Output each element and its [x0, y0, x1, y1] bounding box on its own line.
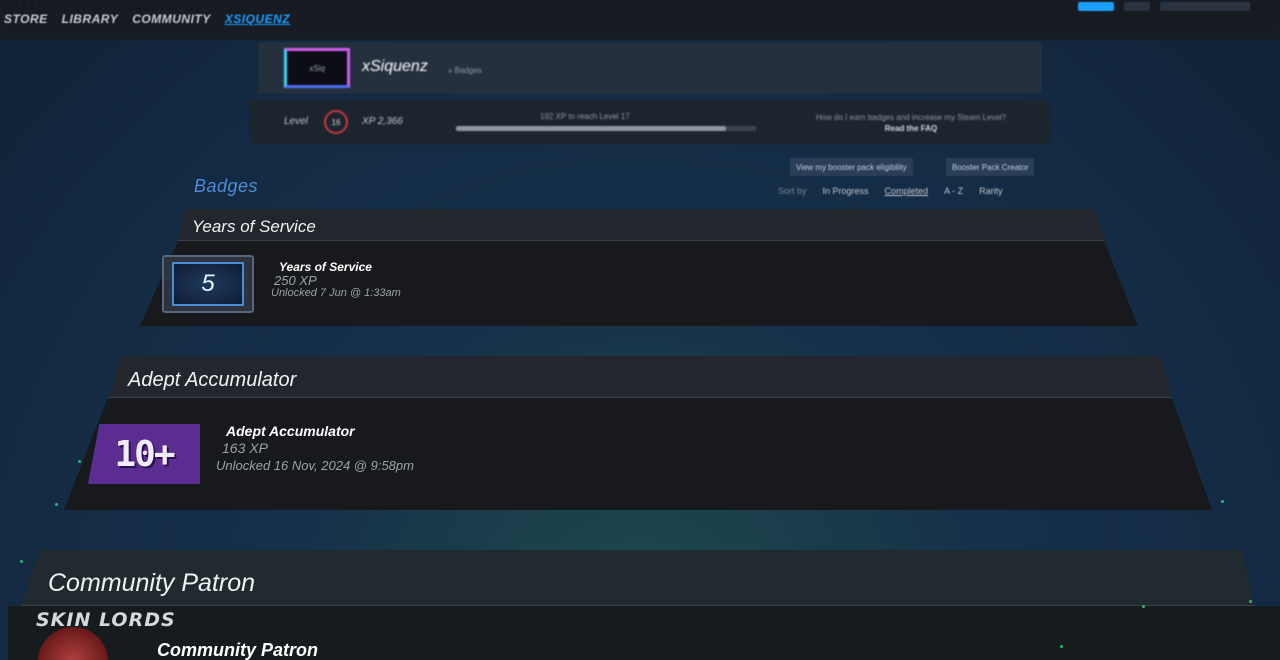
badge-unlocked-date: Unlocked 16 Nov, 2024 @ 9:58pm	[216, 458, 414, 473]
badge-card-title: Community Patron	[48, 569, 256, 597]
level-label: Level	[284, 116, 308, 127]
badge-card[interactable]: Community Patron Community Patron	[8, 550, 1280, 660]
years-of-service-number: 5	[172, 262, 244, 306]
badge-card-title: Adept Accumulator	[128, 369, 297, 391]
booster-creator-button[interactable]: Booster Pack Creator	[946, 158, 1035, 176]
level-bar: Level 16 XP 2,366 192 XP to reach Level …	[250, 100, 1050, 144]
sort-a-z[interactable]: A - Z	[944, 186, 963, 196]
particle-dot	[1221, 500, 1224, 503]
top-mini-links: · · · · · · · · · · ·	[4, 2, 85, 8]
sort-completed[interactable]: Completed	[885, 186, 929, 196]
booster-eligibility-button[interactable]: View my booster pack eligibility	[790, 158, 913, 176]
particle-dot	[1142, 605, 1145, 608]
faq-link[interactable]: Read the FAQ	[885, 124, 937, 133]
notifications-button[interactable]	[1124, 2, 1150, 11]
particle-dot	[78, 460, 81, 463]
badge-card[interactable]: Adept Accumulator 10+ Adept Accumulator …	[64, 356, 1212, 510]
main-nav: STORE LIBRARY COMMUNITY XSIQUENZ	[4, 12, 290, 26]
avatar-text: xSiq	[309, 63, 325, 73]
adept-accumulator-icon: 10+	[88, 424, 200, 484]
nav-store[interactable]: STORE	[4, 12, 48, 26]
particle-dot	[1249, 600, 1252, 603]
level-help-text: How do I earn badges and increase my Ste…	[815, 113, 1007, 122]
level-help: How do I earn badges and increase my Ste…	[806, 112, 1016, 134]
avatar[interactable]: xSiq	[284, 48, 350, 88]
xp-to-next: 192 XP to reach Level 17	[540, 112, 630, 121]
sort-rarity[interactable]: Rarity	[979, 186, 1003, 196]
nav-community[interactable]: COMMUNITY	[132, 12, 211, 26]
profile-section: » Badges	[448, 66, 482, 75]
badge-xp: 163 XP	[222, 440, 268, 456]
badges-heading: Badges	[194, 176, 259, 196]
xp-progress-track	[456, 126, 756, 131]
install-button[interactable]	[1078, 2, 1114, 11]
particle-dot	[1060, 645, 1063, 648]
particle-dot	[55, 503, 58, 506]
level-badge: 16	[324, 110, 348, 134]
sort-in-progress[interactable]: In Progress	[823, 186, 869, 196]
badge-xp: 250 XP	[274, 273, 317, 288]
profile-header: xSiq xSiquenz » Badges	[258, 42, 1042, 94]
skinlords-watermark-logo: SKIN LORDS	[36, 609, 176, 631]
badge-name: Adept Accumulator	[226, 423, 355, 439]
badge-unlocked-date: Unlocked 7 Jun @ 1:33am	[271, 287, 401, 299]
badge-name: Years of Service	[279, 260, 372, 274]
sort-options: Sort by In Progress Completed A - Z Rari…	[778, 186, 1003, 196]
top-navigation-bar: · · · · · · · · · · · STORE LIBRARY COMM…	[0, 0, 1280, 40]
badge-name: Community Patron	[157, 640, 319, 660]
xp-progress-fill	[456, 126, 726, 131]
sort-label: Sort by	[778, 186, 807, 196]
badge-card-title: Years of Service	[192, 217, 316, 236]
nav-library[interactable]: LIBRARY	[62, 12, 119, 26]
account-menu[interactable]	[1160, 2, 1250, 11]
profile-name[interactable]: xSiquenz	[362, 58, 428, 76]
badge-card[interactable]: Years of Service 5 Years of Service 250 …	[140, 209, 1138, 326]
particle-dot	[20, 560, 23, 563]
account-controls	[1078, 2, 1250, 11]
xp-total: XP 2,366	[362, 116, 403, 127]
years-of-service-icon: 5	[162, 255, 254, 313]
nav-profile[interactable]: XSIQUENZ	[225, 12, 290, 26]
